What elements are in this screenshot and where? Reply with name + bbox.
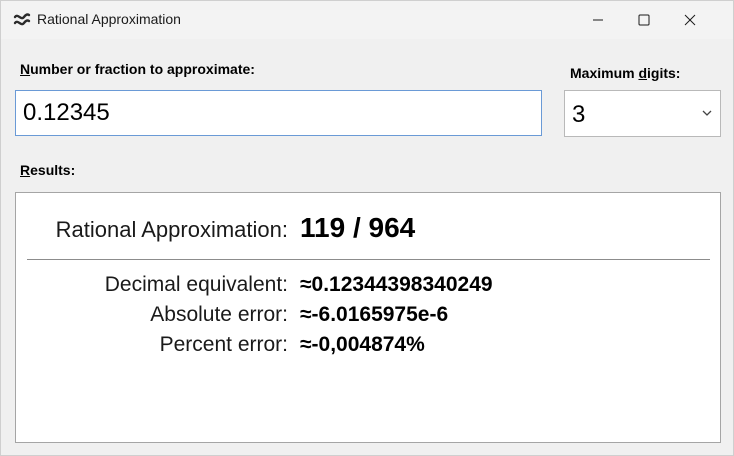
max-digits-value: 3 bbox=[572, 101, 586, 128]
approximation-label: Rational Approximation: bbox=[55, 217, 288, 242]
approximation-value: 119 / 964 bbox=[300, 212, 416, 243]
maximize-icon bbox=[638, 14, 650, 26]
max-digits-select[interactable]: 3 bbox=[564, 90, 721, 137]
maximize-button[interactable] bbox=[621, 1, 667, 39]
number-input[interactable] bbox=[15, 90, 542, 136]
close-icon bbox=[684, 14, 696, 26]
window-title: Rational Approximation bbox=[37, 11, 181, 27]
max-digits-label: Maximum digits: bbox=[570, 65, 681, 81]
close-button[interactable] bbox=[667, 1, 713, 39]
title-bar[interactable]: Rational Approximation bbox=[1, 1, 733, 39]
absolute-error-value: ≈-6.0165975e-6 bbox=[300, 303, 449, 326]
app-window: Rational Approximation Number or fractio… bbox=[0, 0, 734, 456]
number-field-label: Number or fraction to approximate: bbox=[20, 61, 255, 77]
results-label: Results: bbox=[20, 162, 76, 178]
minimize-icon bbox=[593, 19, 603, 21]
absolute-error-label: Absolute error: bbox=[150, 303, 288, 326]
decimal-equivalent-value: ≈0.12344398340249 bbox=[300, 273, 493, 296]
minimize-button[interactable] bbox=[575, 1, 621, 39]
divider bbox=[27, 259, 710, 260]
percent-error-value: ≈-0,004874% bbox=[300, 333, 425, 356]
decimal-equivalent-label: Decimal equivalent: bbox=[104, 273, 288, 296]
approx-equal-icon bbox=[13, 13, 31, 26]
chevron-down-icon bbox=[702, 110, 712, 116]
percent-error-label: Percent error: bbox=[159, 333, 288, 356]
results-panel: Rational Approximation: 119 / 964 Decima… bbox=[15, 192, 721, 443]
